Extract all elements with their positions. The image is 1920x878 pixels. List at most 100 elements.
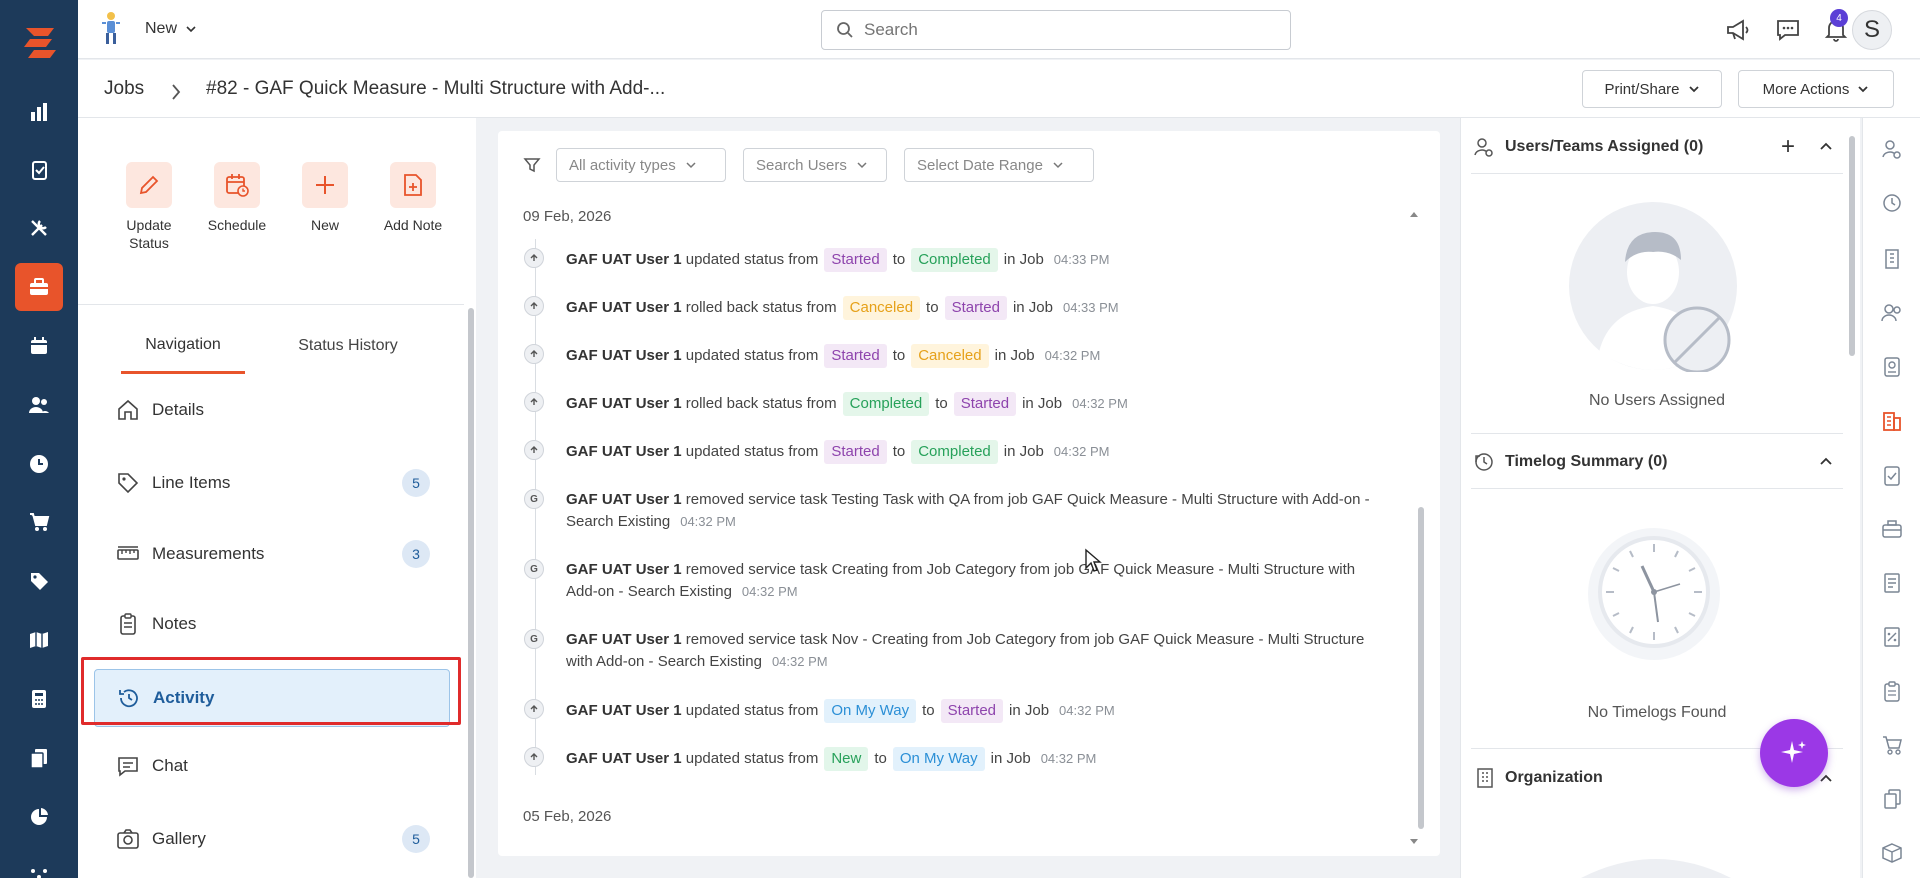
cart-icon[interactable] <box>1879 732 1905 758</box>
status-chip: Completed <box>911 440 998 464</box>
new-action-button[interactable]: New <box>281 162 369 234</box>
to-word: to <box>874 750 887 767</box>
chevron-up-icon[interactable] <box>1819 774 1833 783</box>
clipboard-list-icon[interactable] <box>1879 678 1905 704</box>
app-logo[interactable] <box>20 22 60 62</box>
divider <box>78 304 464 305</box>
clipboard-icon <box>120 613 136 635</box>
update-status-button[interactable]: Update Status <box>105 162 193 252</box>
activity-user: GAF UAT User 1 <box>566 347 682 364</box>
activity-time: 04:32 PM <box>1040 751 1097 766</box>
dashboard-icon[interactable] <box>15 88 63 136</box>
status-change-icon <box>524 344 544 364</box>
timelog-icon <box>1475 452 1493 471</box>
activity-user: GAF UAT User 1 <box>566 443 682 460</box>
add-note-button[interactable]: Add Note <box>369 162 457 234</box>
user-filter[interactable]: Search Users <box>743 148 887 182</box>
to-word: to <box>892 443 906 460</box>
right-quick-rail <box>1862 118 1920 878</box>
contacts-icon[interactable] <box>1879 300 1905 326</box>
users-teams-section-header[interactable]: Users/Teams Assigned (0) + <box>1471 120 1843 174</box>
note-add-icon <box>404 174 422 196</box>
breadcrumb-jobs-link[interactable]: Jobs <box>104 78 144 100</box>
to-word: to <box>935 395 948 412</box>
ai-assistant-button[interactable] <box>1760 719 1828 787</box>
status-chip: Started <box>944 296 1007 320</box>
nav-item-measurements[interactable]: Measurements 3 <box>94 525 450 583</box>
status-chip: Started <box>824 440 887 464</box>
nav-item-details[interactable]: Details <box>94 381 450 439</box>
tools-icon[interactable] <box>15 204 63 252</box>
nav-item-chat[interactable]: Chat <box>94 737 450 795</box>
calendar-icon[interactable] <box>15 322 63 370</box>
filter-icon[interactable] <box>523 156 541 174</box>
users-teams-title: Users/Teams Assigned (0) <box>1505 137 1704 155</box>
activity-action: updated status from <box>685 750 819 767</box>
add-note-label: Add Note <box>383 217 443 233</box>
clock-icon[interactable] <box>15 440 63 488</box>
tab-navigation[interactable]: Navigation <box>121 318 245 374</box>
calculator-icon[interactable] <box>15 675 63 723</box>
more-actions-label: More Actions <box>1762 80 1850 98</box>
date-range-filter[interactable]: Select Date Range <box>904 148 1094 182</box>
activity-user: GAF UAT User 1 <box>566 750 682 767</box>
tasks-icon[interactable] <box>15 146 63 194</box>
price-tag-icon[interactable] <box>15 557 63 605</box>
activity-user: GAF UAT User 1 <box>566 561 682 578</box>
jobs-icon[interactable] <box>15 263 63 311</box>
schedule-button[interactable]: Schedule <box>193 162 281 234</box>
messages-icon[interactable] <box>1774 16 1802 44</box>
tab-status-history[interactable]: Status History <box>268 318 428 374</box>
map-icon[interactable] <box>15 616 63 664</box>
user-avatar[interactable]: S <box>1852 10 1892 50</box>
package-icon[interactable] <box>1879 840 1905 866</box>
status-chip: Started <box>940 699 1004 723</box>
document-icon[interactable] <box>1879 570 1905 596</box>
nav-item-line-items[interactable]: Line Items 5 <box>94 454 450 512</box>
contacts-icon[interactable] <box>15 381 63 429</box>
global-search[interactable] <box>821 10 1291 50</box>
print-share-button[interactable]: Print/Share <box>1582 70 1722 108</box>
chevron-down-icon <box>686 161 696 168</box>
nav-item-gallery[interactable]: Gallery 5 <box>94 810 450 868</box>
selection-highlight <box>81 657 461 725</box>
camera-icon <box>117 829 139 849</box>
id-card-icon[interactable] <box>1879 354 1905 380</box>
timelog-icon[interactable] <box>1879 190 1905 216</box>
activity-suffix: in Job <box>990 750 1031 767</box>
task-event-icon: G <box>524 559 544 579</box>
new-dropdown[interactable]: New <box>145 20 197 38</box>
activity-scrollbar[interactable] <box>1414 207 1428 847</box>
activity-type-filter[interactable]: All activity types <box>556 148 726 182</box>
percent-document-icon[interactable] <box>1879 624 1905 650</box>
activity-text: removed service task Creating from Job C… <box>566 561 1356 600</box>
chat-icon <box>118 757 138 777</box>
cart-icon[interactable] <box>15 498 63 546</box>
status-chip: Canceled <box>911 344 989 368</box>
reports-pie-icon[interactable] <box>15 793 63 841</box>
nav-item-notes[interactable]: Notes <box>94 595 450 653</box>
documents-icon[interactable] <box>15 734 63 782</box>
date-group-heading: 05 Feb, 2026 <box>523 808 612 825</box>
add-user-button[interactable]: + <box>1781 133 1795 161</box>
left-scrollbar[interactable] <box>468 130 474 878</box>
search-input[interactable] <box>864 20 1264 40</box>
more-apps-icon[interactable] <box>15 850 63 878</box>
update-status-label: Update Status <box>126 217 172 251</box>
briefcase-icon[interactable] <box>1879 516 1905 542</box>
timelog-section-header[interactable]: Timelog Summary (0) <box>1471 435 1843 489</box>
building-icon[interactable] <box>1879 246 1905 272</box>
copy-icon[interactable] <box>1879 786 1905 812</box>
activity-suffix: in Job <box>1012 299 1053 316</box>
checklist-icon[interactable] <box>1879 462 1905 488</box>
chevron-up-icon[interactable] <box>1819 457 1833 466</box>
activity-time: 04:32 PM <box>680 514 736 529</box>
office-building-icon[interactable] <box>1879 408 1905 434</box>
chevron-up-icon[interactable] <box>1819 142 1833 151</box>
user-assign-icon[interactable] <box>1879 136 1905 162</box>
more-actions-button[interactable]: More Actions <box>1738 70 1894 108</box>
right-scrollbar[interactable] <box>1849 136 1855 876</box>
announcements-icon[interactable] <box>1724 16 1752 44</box>
count-badge: 3 <box>402 540 430 568</box>
activity-action: rolled back status from <box>685 299 837 316</box>
